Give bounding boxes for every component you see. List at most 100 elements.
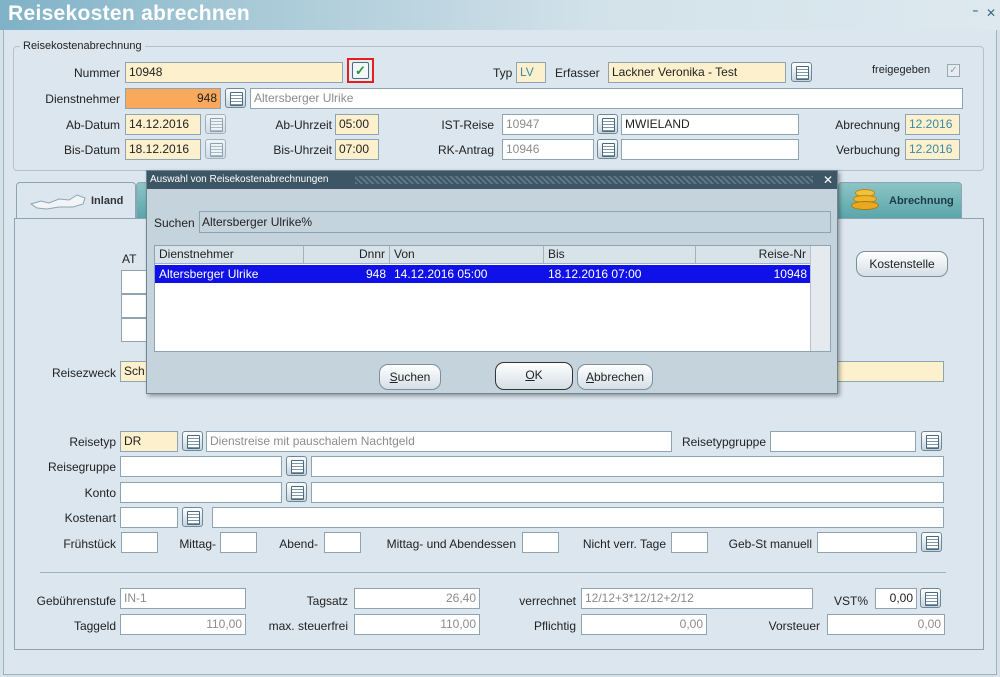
ab-datum-calendar-icon[interactable] (205, 114, 226, 134)
suchen-label: uchen (397, 370, 431, 384)
title-grip (355, 176, 813, 184)
abend-field[interactable] (324, 532, 361, 553)
mittag-field[interactable] (220, 532, 257, 553)
dienstnehmer-name-field[interactable]: Altersberger Ulrike (250, 88, 963, 109)
ok-button[interactable]: OK (495, 362, 573, 390)
bis-datum-field[interactable]: 18.12.2016 (125, 139, 201, 160)
reisegruppe-desc-field[interactable] (311, 456, 944, 477)
taggeld-field[interactable]: 110,00 (120, 614, 246, 635)
minimize-icon[interactable]: ⁼ (972, 6, 978, 20)
abbrechen-button[interactable]: Abbrechen (577, 364, 653, 390)
coins-icon (849, 187, 883, 213)
window-controls: ⁼ ✕ (968, 6, 996, 20)
vst-field[interactable]: 0,00 (875, 588, 917, 609)
rk-antrag-lov-icon[interactable] (597, 139, 618, 159)
gebst-lov-icon[interactable] (921, 532, 942, 552)
result-grid: Dienstnehmer Dnnr Von Bis Reise-Nr Alter… (154, 245, 831, 352)
abrechnung-label: Abrechnung (835, 118, 900, 132)
bis-datum-label: Bis-Datum (63, 143, 120, 157)
rk-antrag-field[interactable]: 10946 (502, 139, 594, 160)
at-cell[interactable] (121, 270, 149, 294)
rk-antrag-name-field[interactable] (621, 139, 799, 160)
ist-reise-name-field[interactable]: MWIELAND (621, 114, 799, 135)
kostenart-desc-field[interactable] (212, 507, 944, 528)
mittag-abend-label: Mittag- und Abendessen (386, 537, 516, 551)
typ-label: Typ (493, 66, 513, 80)
ab-datum-field[interactable]: 14.12.2016 (125, 114, 201, 135)
dienstnehmer-lov-icon[interactable] (225, 88, 246, 108)
bis-datum-calendar-icon[interactable] (205, 139, 226, 159)
col-header-von[interactable]: Von (390, 246, 544, 264)
verbuchung-field[interactable]: 12.2016 (905, 139, 960, 160)
fruehstueck-field[interactable] (121, 532, 158, 553)
vorsteuer-field[interactable]: 0,00 (827, 614, 945, 635)
konto-desc-field[interactable] (311, 482, 944, 503)
mittag-abend-field[interactable] (522, 532, 559, 553)
abend-label: Abend- (279, 537, 318, 551)
reisezweck-field-right[interactable] (836, 361, 944, 382)
at-cell[interactable] (121, 318, 149, 342)
tab-inland-label: Inland (91, 195, 124, 207)
col-header-dnnr[interactable]: Dnnr (304, 246, 390, 264)
abrechnung-field[interactable]: 12.2016 (905, 114, 960, 135)
verrechnet-label: verrechnet (519, 594, 576, 608)
tagsatz-field[interactable]: 26,40 (354, 588, 480, 609)
erfasser-field[interactable]: Lackner Veronika - Test (608, 62, 786, 83)
col-header-dienstnehmer[interactable]: Dienstnehmer (155, 246, 304, 264)
dialog-close-icon[interactable]: ✕ (823, 171, 833, 189)
reisetyp-label: Reisetyp (69, 435, 116, 449)
dienstnehmer-label: Dienstnehmer (45, 92, 120, 106)
gebst-label: Geb-St manuell (728, 537, 812, 551)
freigegeben-label: freigegeben (872, 64, 931, 76)
konto-lov-icon[interactable] (286, 482, 307, 502)
reisegruppe-field[interactable] (120, 456, 282, 477)
kostenstelle-button[interactable]: Kostenstelle (856, 251, 948, 277)
reisetyp-field[interactable]: DR (120, 431, 178, 452)
cell-bis: 18.12.2016 07:00 (548, 267, 642, 281)
pflichtig-field[interactable]: 0,00 (581, 614, 707, 635)
ist-reise-label: IST-Reise (441, 118, 494, 132)
reisetypgruppe-lov-icon[interactable] (921, 431, 942, 451)
max-steuerfrei-field[interactable]: 110,00 (354, 614, 480, 635)
nicht-verr-field[interactable] (671, 532, 708, 553)
gebuehrenstufe-field[interactable]: IN-1 (120, 588, 246, 609)
grid-scrollbar[interactable] (810, 246, 830, 351)
confirm-button[interactable]: ✓ (347, 58, 374, 83)
kostenart-lov-icon[interactable] (182, 507, 203, 527)
reisegruppe-lov-icon[interactable] (286, 456, 307, 476)
close-icon[interactable]: ✕ (986, 6, 996, 20)
konto-label: Konto (84, 486, 116, 500)
dialog-search-input[interactable]: Altersberger Ulrike% (199, 211, 831, 233)
ist-reise-lov-icon[interactable] (597, 114, 618, 134)
window-title: Reisekosten abrechnen (8, 2, 251, 25)
reisetypgruppe-field[interactable] (770, 431, 916, 452)
verrechnet-field[interactable]: 12/12+3*12/12+2/12 (581, 588, 813, 609)
col-header-bis[interactable]: Bis (544, 246, 696, 264)
suchen-button[interactable]: Suchen (379, 364, 441, 390)
austria-map-icon (29, 194, 86, 210)
cell-von: 14.12.2016 05:00 (394, 267, 488, 281)
ist-reise-field[interactable]: 10947 (502, 114, 594, 135)
reisetyp-desc-field[interactable]: Dienstreise mit pauschalem Nachtgeld (206, 431, 672, 452)
col-header-reise-nr[interactable]: Reise-Nr (696, 246, 811, 264)
typ-field[interactable]: LV (516, 62, 546, 83)
kostenart-field[interactable] (120, 507, 178, 528)
erfasser-lov-icon[interactable] (791, 62, 812, 82)
tab-inland[interactable]: Inland (16, 182, 136, 218)
ab-datum-label: Ab-Datum (65, 118, 120, 132)
konto-field[interactable] (120, 482, 282, 503)
mittag-label: Mittag- (179, 537, 216, 551)
tab-abrechnung[interactable]: Abrechnung (838, 182, 962, 218)
reisetyp-lov-icon[interactable] (182, 431, 203, 451)
bis-uhrzeit-field[interactable]: 07:00 (335, 139, 379, 160)
dialog-search-label: Suchen (154, 216, 195, 230)
dienstnehmer-nr-field[interactable]: 948 (125, 88, 221, 109)
reisegruppe-label: Reisegruppe (47, 460, 116, 474)
gebst-field[interactable] (817, 532, 917, 553)
table-row[interactable]: Altersberger Ulrike 948 14.12.2016 05:00… (155, 265, 811, 283)
ab-uhrzeit-field[interactable]: 05:00 (335, 114, 379, 135)
at-cell[interactable] (121, 294, 149, 318)
vst-lov-icon[interactable] (920, 588, 941, 608)
nummer-field[interactable]: 10948 (125, 62, 343, 83)
freigegeben-checkbox[interactable]: ✓ (947, 64, 960, 77)
